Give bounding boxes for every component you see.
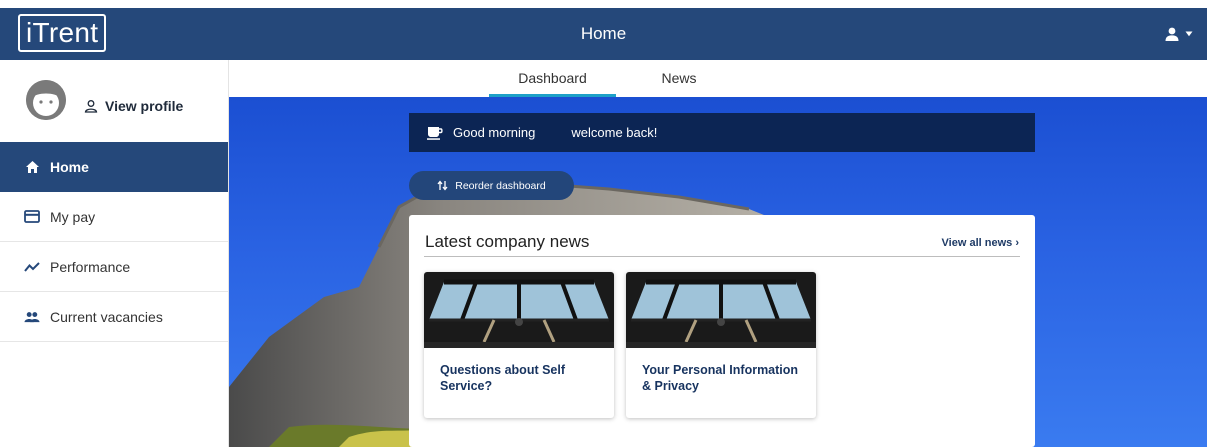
dashboard-hero: Good morning welcome back! Reorder dashb… bbox=[229, 97, 1207, 447]
tab-dashboard[interactable]: Dashboard bbox=[489, 60, 616, 97]
sidebar-item-home[interactable]: Home bbox=[0, 142, 228, 192]
page-title: Home bbox=[580, 24, 627, 43]
home-icon bbox=[24, 159, 40, 175]
sidebar: View profile Home My pay Performance Cur… bbox=[0, 60, 229, 447]
itrent-page: iTrent Home View profile Home My pay Per… bbox=[0, 0, 1207, 447]
reorder-arrows-icon bbox=[437, 180, 448, 191]
sidebar-item-label: Performance bbox=[50, 258, 131, 275]
sidebar-item-label: My pay bbox=[50, 208, 96, 225]
view-profile-label: View profile bbox=[105, 98, 184, 114]
profile-outline-icon bbox=[84, 100, 98, 113]
greeting-message: welcome back! bbox=[571, 125, 658, 140]
user-icon bbox=[1165, 27, 1179, 41]
coffee-cup-icon bbox=[427, 126, 443, 140]
reorder-dashboard-label: Reorder dashboard bbox=[455, 179, 546, 192]
avatar-face-icon bbox=[26, 80, 66, 120]
profile-row: View profile bbox=[0, 60, 228, 142]
divider bbox=[424, 256, 1020, 257]
trend-icon bbox=[24, 259, 40, 275]
tab-news[interactable]: News bbox=[639, 60, 719, 97]
reorder-dashboard-button[interactable]: Reorder dashboard bbox=[409, 171, 574, 200]
sidebar-item-current-vacancies[interactable]: Current vacancies bbox=[0, 292, 228, 342]
news-article-card[interactable]: Questions about Self Service? bbox=[424, 272, 614, 418]
people-icon bbox=[24, 309, 40, 325]
news-card-title: Latest company news bbox=[425, 232, 590, 251]
news-article-card[interactable]: Your Personal Information & Privacy bbox=[626, 272, 816, 418]
caret-down-icon bbox=[1185, 31, 1193, 37]
chevron-right-icon: › bbox=[1015, 237, 1019, 249]
view-profile-link[interactable]: View profile bbox=[84, 98, 183, 114]
avatar[interactable] bbox=[26, 80, 66, 120]
sidebar-item-label: Current vacancies bbox=[50, 308, 163, 325]
tab-bar: Dashboard News bbox=[229, 60, 1207, 97]
view-all-news-link[interactable]: View all news › bbox=[942, 237, 1019, 249]
sidebar-item-performance[interactable]: Performance bbox=[0, 242, 228, 292]
user-menu-button[interactable] bbox=[1164, 22, 1193, 46]
sidebar-item-my-pay[interactable]: My pay bbox=[0, 192, 228, 242]
article-title: Questions about Self Service? bbox=[440, 363, 566, 393]
sidebar-item-label: Home bbox=[50, 159, 89, 175]
article-title: Your Personal Information & Privacy bbox=[642, 363, 799, 393]
top-bar: iTrent Home bbox=[0, 8, 1207, 60]
card-icon bbox=[24, 209, 40, 225]
greeting-salutation: Good morning bbox=[453, 125, 536, 140]
skylight-thumbnail-image bbox=[626, 272, 816, 348]
greeting-banner: Good morning welcome back! bbox=[409, 113, 1035, 152]
skylight-thumbnail-image bbox=[424, 272, 614, 348]
latest-news-card: Latest company news View all news › Ques… bbox=[409, 215, 1035, 447]
